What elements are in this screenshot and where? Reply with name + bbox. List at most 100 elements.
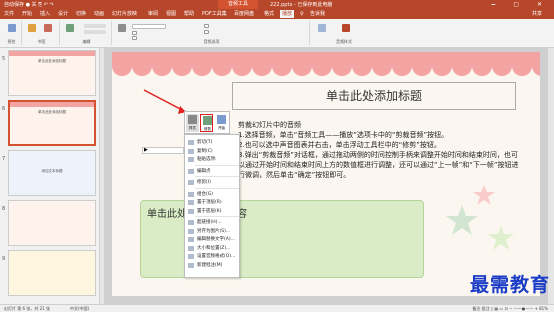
context-menu: 剪切(T) 复制(C) 粘贴选项: 编辑点 修剪(I) 组合(G) 置于顶层(R) 置于底层(… — [184, 134, 240, 278]
style-icon — [188, 115, 197, 124]
tab-7[interactable]: 审阅 — [146, 10, 160, 18]
tab-6[interactable]: 幻灯片放映 — [110, 10, 139, 18]
menu-item-label: 设置音频格式(O)... — [197, 254, 236, 259]
menu-item-label: 另存为图片(S)... — [197, 228, 231, 234]
star-decoration — [488, 225, 514, 250]
menu-item[interactable]: 新建批注(M) — [185, 261, 241, 270]
menu-item-icon — [188, 254, 194, 259]
audio-tools-context-tab: 音频工具 — [218, 0, 258, 9]
tab-5[interactable]: 动画 — [92, 10, 106, 18]
menu-separator — [195, 176, 239, 177]
play-icon[interactable] — [8, 24, 16, 32]
ribbon: 预览 书签 编辑 音频选项 音频样式 — [0, 19, 554, 48]
tab-12[interactable]: 格式 — [262, 10, 276, 18]
tab-16[interactable]: 共享 — [530, 10, 544, 18]
slide-counter: 幻灯片 第 6 张，共 21 张 — [4, 306, 50, 311]
tab-4[interactable]: 切换 — [74, 10, 88, 18]
fade-in-field[interactable] — [84, 24, 106, 28]
menu-item-icon — [188, 157, 194, 162]
trim-audio-icon[interactable] — [66, 24, 74, 32]
edit-group: 编辑 — [62, 21, 112, 45]
slide-thumbnail[interactable] — [8, 200, 96, 246]
menu-separator — [195, 164, 239, 166]
menu-separator — [195, 216, 239, 217]
title-bar: 自动保存 ● 关 ⎘ ↶ ↷ 音频工具 222.pptx - 已保存到此电脑 🗕… — [0, 0, 554, 9]
menu-item-label: 编辑替换文字(A)... — [197, 237, 235, 242]
slide-thumbnail[interactable] — [8, 250, 96, 296]
start-button[interactable]: 开始 — [215, 114, 228, 132]
menu-item[interactable]: 粘贴选项: — [185, 155, 241, 164]
bookmark-group: 书签 — [24, 21, 60, 45]
slide-thumbnail-selected[interactable]: 单击此处添加标题 — [8, 100, 96, 146]
start-icon — [217, 115, 226, 124]
menu-item[interactable]: 置于底层(K) — [185, 207, 241, 216]
start-dropdown[interactable] — [132, 24, 166, 29]
tab-0[interactable]: 文件 — [2, 10, 16, 18]
ribbon-tabs: 文件 开始 插入 设计 切换 动画 幻灯片放映 审阅 视图 帮助 PDF工具集 百度网盘 格式 播放 ♀ 告诉… — [0, 9, 554, 19]
menu-item-label: 置于底层(K) — [197, 208, 222, 214]
slide-thumbnail-pane[interactable]: 5 单击此处添加标题 6 单击此处添加标题 7 添加文本标题 8 9 — [0, 48, 100, 304]
tab-1[interactable]: 开始 — [20, 10, 34, 18]
menu-item-label: 置于顶层(R) — [197, 200, 222, 205]
menu-item[interactable]: 修剪(I) — [185, 178, 241, 187]
green-text-box[interactable]: 单击此处添加文本内容 — [140, 200, 424, 278]
menu-item[interactable]: 编辑点 — [185, 167, 241, 176]
menu-item-label: 复制(C) — [197, 148, 213, 154]
star-decoration — [446, 205, 478, 235]
menu-item-icon — [188, 245, 194, 251]
menu-item-icon — [188, 148, 194, 154]
status-bar: 幻灯片 第 6 张，共 21 张 中文(中国) 备注 批注 ▯ ▦ ▭ ⊟ − … — [0, 304, 554, 312]
tab-15[interactable]: 告诉我 — [308, 10, 327, 18]
slide-thumbnail[interactable]: 添加文本标题 — [8, 150, 96, 196]
tab-8[interactable]: 视图 — [164, 10, 178, 18]
tab-2[interactable]: 插入 — [38, 10, 52, 18]
slide-canvas: 单击此处添加标题 剪裁幻灯片中的音频 1.选择音频，单击“音频工具——播放”选项… — [104, 48, 548, 304]
fade-out-field[interactable] — [84, 30, 106, 34]
audio-control-bar[interactable]: ▶ — [142, 147, 184, 154]
audio-options-group: 音频选项 — [114, 21, 310, 45]
trim-icon — [203, 116, 212, 125]
tab-10[interactable]: PDF工具集 — [200, 10, 229, 18]
tab-14[interactable]: ♀ — [298, 10, 306, 18]
tab-11[interactable]: 百度网盘 — [232, 10, 256, 18]
quick-access-toolbar[interactable]: 自动保存 ● 关 ⎘ ↶ ↷ — [4, 1, 54, 8]
play-in-background-icon[interactable] — [342, 24, 350, 32]
tab-3[interactable]: 设计 — [56, 10, 70, 18]
menu-item-icon — [188, 220, 194, 225]
slide-title[interactable]: 单击此处添加标题 — [232, 82, 516, 110]
menu-item-label: 大小和位置(Z)... — [197, 245, 231, 251]
menu-item-icon — [188, 208, 194, 214]
no-style-icon[interactable] — [318, 24, 326, 32]
tab-13[interactable]: 播放 — [280, 10, 295, 18]
menu-item-label: 超链接(H)... — [197, 220, 222, 225]
view-zoom-controls[interactable]: 备注 批注 ▯ ▦ ▭ ⊟ − ——●—— + 81% — [472, 306, 548, 312]
play-across-slides-checkbox[interactable] — [132, 31, 137, 35]
preview-group: 预览 — [2, 21, 22, 45]
menu-item-label: 组合(G) — [197, 191, 213, 197]
menu-item-icon — [188, 140, 194, 145]
add-bookmark-icon[interactable] — [28, 24, 36, 32]
watermark-logo: 最需教育 — [470, 274, 551, 296]
file-name: 222.pptx - 已保存到此电脑 — [270, 2, 333, 8]
tab-9[interactable]: 帮助 — [182, 10, 196, 18]
menu-item-icon — [188, 180, 194, 185]
menu-item-icon — [188, 237, 194, 242]
slide-thumbnail[interactable]: 单击此处添加标题 — [8, 50, 96, 96]
menu-item-label: 编辑点 — [197, 168, 211, 174]
rewind-checkbox[interactable] — [204, 30, 209, 34]
trim-button[interactable]: 修剪 — [200, 114, 213, 132]
play-icon[interactable]: ▶ — [144, 147, 148, 153]
floating-mini-toolbar: 样式 修剪 开始 — [184, 111, 230, 134]
hide-during-show-checkbox[interactable] — [204, 24, 209, 28]
menu-item-icon — [188, 262, 194, 268]
menu-item-label: 新建批注(M) — [197, 262, 223, 268]
language-indicator: 中文(中国) — [70, 306, 90, 311]
style-button[interactable]: 样式 — [186, 114, 199, 132]
volume-icon[interactable] — [118, 24, 126, 32]
menu-item-icon — [188, 200, 194, 205]
remove-bookmark-icon[interactable] — [44, 24, 52, 32]
menu-item-label: 粘贴选项: — [197, 157, 217, 162]
star-decoration — [473, 185, 495, 205]
menu-item-icon — [188, 228, 194, 234]
slide-body-text[interactable]: 剪裁幻灯片中的音频 1.选择音频，单击“音频工具——播放”选项卡中的“剪裁音频”… — [238, 120, 520, 192]
